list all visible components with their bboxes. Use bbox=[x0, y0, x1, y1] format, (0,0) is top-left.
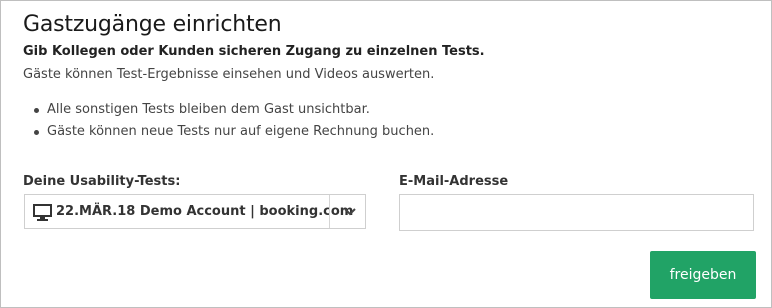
monitor-icon bbox=[33, 204, 52, 221]
selected-test-value: 22.MÄR.18 Demo Account | booking.com bbox=[56, 204, 354, 219]
email-label: E-Mail-Adresse bbox=[399, 174, 509, 189]
share-button[interactable]: freigeben bbox=[650, 251, 756, 299]
chevron-down-icon[interactable] bbox=[343, 206, 357, 218]
info-list: Alle sonstigen Tests bleiben dem Gast un… bbox=[33, 99, 434, 143]
tests-label: Deine Usability-Tests: bbox=[23, 174, 181, 189]
guest-access-panel: Gastzugänge einrichten Gib Kollegen oder… bbox=[0, 0, 772, 308]
lead-text: Gib Kollegen oder Kunden sicheren Zugang… bbox=[23, 44, 485, 59]
sub-text: Gäste können Test-Ergebnisse einsehen un… bbox=[23, 67, 435, 82]
list-item: Gäste können neue Tests nur auf eigene R… bbox=[33, 121, 434, 143]
email-field[interactable] bbox=[399, 194, 754, 231]
list-item: Alle sonstigen Tests bleiben dem Gast un… bbox=[33, 99, 434, 121]
page-title: Gastzugänge einrichten bbox=[23, 12, 282, 37]
select-divider bbox=[329, 195, 330, 228]
test-select[interactable]: 22.MÄR.18 Demo Account | booking.com bbox=[24, 194, 366, 229]
